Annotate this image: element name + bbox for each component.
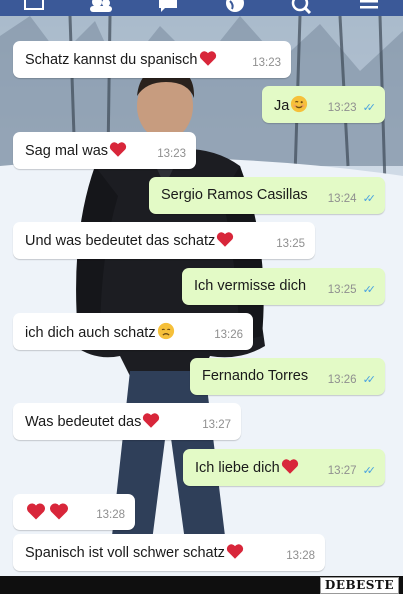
heart-emoji-icon — [199, 50, 217, 72]
message-text: Was bedeutet das — [25, 414, 142, 430]
message-time: 13:23 — [157, 148, 186, 160]
message-time: 13:25 — [276, 238, 305, 250]
heart-emoji-icon — [226, 543, 244, 565]
message-text: Sergio Ramos Casillas — [161, 187, 308, 203]
read-receipt-icon: ✓✓ — [362, 374, 377, 386]
message-time: 13:28 — [286, 550, 315, 562]
message-outgoing[interactable]: Ich liebe dich 13:27 ✓✓ — [183, 449, 385, 486]
heart-emoji-icon — [281, 458, 299, 480]
heart-emoji-icon — [216, 231, 234, 253]
heart-emoji-icon — [49, 502, 69, 526]
message-text: Schatz kannst du spanisch — [25, 52, 198, 68]
message-time: 13:27 — [202, 419, 231, 431]
message-time: 13:23 — [327, 102, 357, 114]
message-incoming[interactable]: Spanisch ist voll schwer schatz 13:28 — [13, 534, 325, 571]
message-time: 13:25 — [327, 284, 357, 296]
heart-emoji-icon — [109, 141, 127, 163]
message-time: 13:26 — [214, 329, 243, 341]
message-time: 13:28 — [96, 509, 125, 521]
message-incoming[interactable]: Schatz kannst du spanisch 13:23 — [13, 41, 291, 78]
footer-band: DEBESTE — [0, 576, 403, 594]
message-outgoing[interactable]: Ich vermisse dich 13:25 ✓✓ — [182, 268, 385, 305]
messages-icon[interactable] — [153, 0, 183, 16]
message-text: Fernando Torres — [202, 368, 309, 384]
search-icon[interactable] — [287, 0, 317, 16]
message-text: Spanisch ist voll schwer schatz — [25, 545, 225, 561]
message-text: Sag mal was — [25, 143, 109, 159]
message-incoming[interactable]: Und was bedeutet das schatz 13:25 — [13, 222, 315, 259]
message-text: Ich vermisse dich — [194, 278, 307, 294]
heart-emoji-icon — [142, 412, 160, 434]
message-text: ich dich auch schatz — [25, 325, 156, 341]
message-incoming[interactable]: ich dich auch schatz 13:26 — [13, 313, 253, 350]
chat-conversation: Schatz kannst du spanisch 13:23 Ja 13:23… — [0, 0, 403, 576]
globe-icon[interactable] — [220, 0, 250, 16]
message-time: 13:26 — [327, 374, 357, 386]
message-incoming[interactable]: 13:28 — [13, 494, 135, 530]
top-nav-bar — [0, 0, 403, 16]
read-receipt-icon: ✓✓ — [362, 284, 377, 296]
message-time: 13:24 — [327, 193, 357, 205]
message-outgoing[interactable]: Fernando Torres 13:26 ✓✓ — [190, 358, 385, 395]
home-icon[interactable] — [19, 0, 49, 16]
heart-emoji-icon — [26, 502, 46, 526]
message-incoming[interactable]: Was bedeutet das 13:27 — [13, 403, 241, 440]
message-time: 13:27 — [327, 465, 357, 477]
message-text: Ja — [274, 98, 290, 114]
message-outgoing[interactable]: Sergio Ramos Casillas 13:24 ✓✓ — [149, 177, 385, 214]
friends-icon[interactable] — [86, 0, 116, 16]
read-receipt-icon: ✓✓ — [362, 465, 377, 477]
message-time: 13:23 — [252, 57, 281, 69]
read-receipt-icon: ✓✓ — [362, 102, 377, 114]
message-incoming[interactable]: Sag mal was 13:23 — [13, 132, 196, 169]
watermark-logo: DEBESTE — [319, 577, 399, 594]
menu-icon[interactable] — [354, 0, 384, 16]
message-text: Und was bedeutet das schatz — [25, 233, 216, 249]
read-receipt-icon: ✓✓ — [362, 193, 377, 205]
sad-emoji-icon — [157, 322, 175, 345]
message-text: Ich liebe dich — [195, 460, 280, 476]
smile-emoji-icon — [290, 95, 308, 118]
message-outgoing[interactable]: Ja 13:23 ✓✓ — [262, 86, 385, 123]
